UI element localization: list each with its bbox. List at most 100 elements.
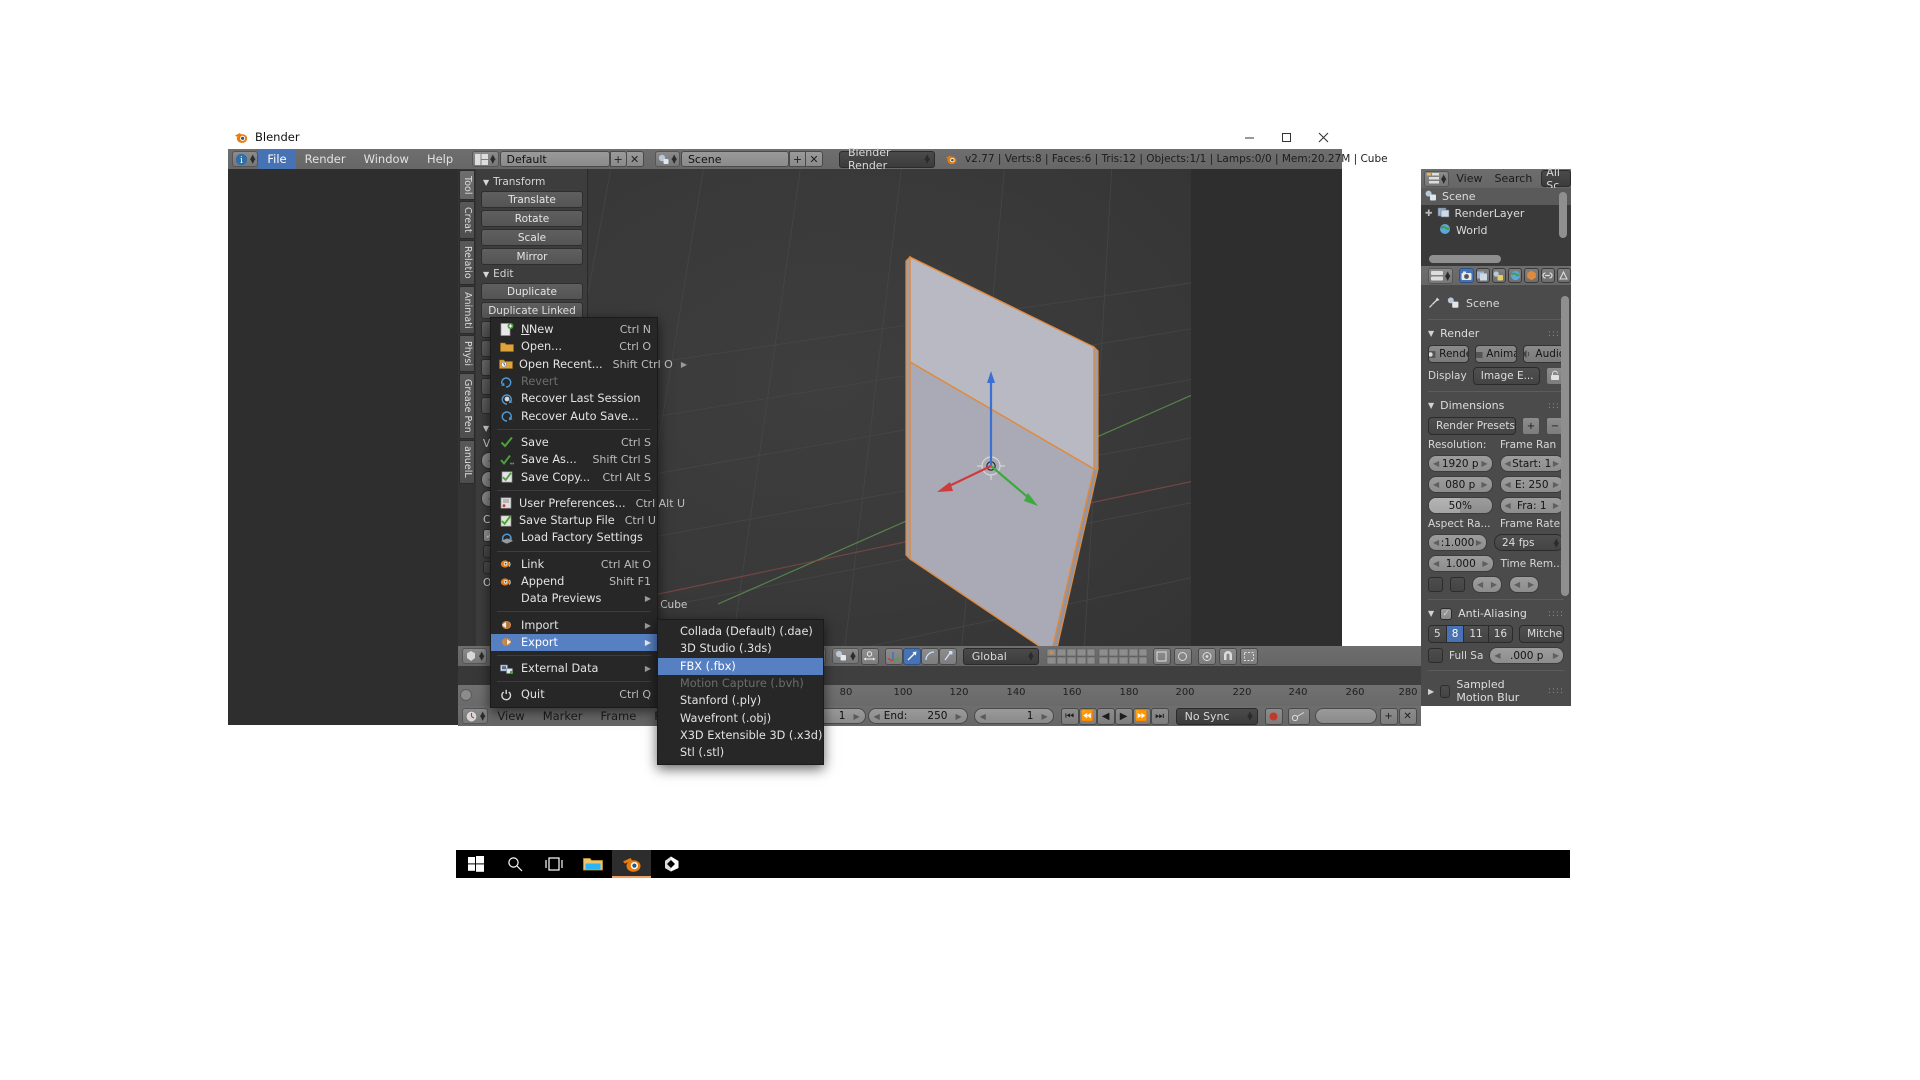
transform-group-header[interactable]: ▼ Transform <box>483 176 583 188</box>
timeline-menu-view[interactable]: View <box>488 709 533 723</box>
edit-group-header[interactable]: ▼ Edit <box>483 268 583 280</box>
add-preset-button[interactable]: + <box>1522 417 1540 435</box>
task-view-button[interactable] <box>534 850 573 878</box>
manipulate-center-points-icon[interactable] <box>860 647 879 665</box>
menu-item-quit[interactable]: Quit Ctrl Q <box>491 686 657 703</box>
render-engine-selector[interactable]: Blender Render ▲ ▼ <box>838 146 935 172</box>
lock-object-modes-icon[interactable] <box>1152 647 1171 665</box>
menu-item-open-recent[interactable]: Open Recent... Shift Ctrl O ▶ <box>491 356 687 373</box>
screen-layout-field[interactable]: Default <box>499 151 610 167</box>
scale-button[interactable]: Scale <box>481 229 583 246</box>
increment-arrow-icon[interactable]: ▶ <box>1553 459 1559 468</box>
increment-arrow-icon[interactable]: ▶ <box>1481 459 1487 468</box>
render-tab[interactable] <box>1459 268 1474 283</box>
increment-arrow-icon[interactable]: ▶ <box>1553 480 1559 489</box>
tab-manuel-lab[interactable]: anuelL <box>459 440 475 484</box>
search-button[interactable] <box>495 850 534 878</box>
timeline-menu-marker[interactable]: Marker <box>534 709 592 723</box>
resolution-y-field[interactable]: ◀ 080 p ▶ <box>1428 476 1493 493</box>
menu-item-data-previews[interactable]: Data Previews ▶ <box>491 590 657 607</box>
renderlayers-tab[interactable] <box>1475 268 1490 283</box>
menu-item-link[interactable]: Link Ctrl Alt O <box>491 556 657 573</box>
motion-blur-checkbox[interactable] <box>1440 684 1451 698</box>
render-presets-selector[interactable]: Render Presets ▲▼ <box>1428 417 1516 435</box>
menu-item-save-copy[interactable]: Save Copy... Ctrl Alt S <box>491 468 657 485</box>
decrement-arrow-icon[interactable]: ◀ <box>1494 651 1500 660</box>
scene-tab[interactable] <box>1491 268 1507 283</box>
properties-scrollbar[interactable] <box>1561 296 1569 596</box>
menu-item-new[interactable]: NNew Ctrl N <box>491 321 657 338</box>
frame-end-field[interactable]: ◀ End: 250 ▶ <box>867 708 968 724</box>
outliner-row-renderlayer[interactable]: ✚ RenderLayer <box>1421 205 1571 222</box>
antialiasing-section-header[interactable]: ▼ ✓ Anti-Aliasing :::: <box>1428 607 1564 620</box>
proportional-edit-icon[interactable] <box>1197 647 1216 665</box>
border-checkbox[interactable] <box>1428 577 1443 592</box>
menu-item-save[interactable]: Save Ctrl S <box>491 434 657 451</box>
export-item-collada[interactable]: Collada (Default) (.dae) <box>658 623 823 640</box>
play-reverse-button[interactable]: ◀ <box>1096 707 1115 725</box>
outliner-tree[interactable]: Scene ✚ RenderLayer World <box>1421 188 1571 266</box>
play-button[interactable]: ▶ <box>1114 707 1133 725</box>
increment-arrow-icon[interactable]: ▶ <box>1528 580 1534 589</box>
outliner-menu-search[interactable]: Search <box>1490 172 1538 185</box>
menu-render[interactable]: Render <box>296 150 355 169</box>
outliner-menu-view[interactable]: View <box>1449 172 1489 185</box>
unity-taskbar-button[interactable] <box>651 850 690 878</box>
editor-type-selector-outliner[interactable]: ▲ ▼ <box>1424 170 1450 187</box>
increment-arrow-icon[interactable]: ▶ <box>1553 501 1559 510</box>
snap-magnet-icon[interactable] <box>1218 647 1237 665</box>
menu-file[interactable]: File <box>258 149 296 169</box>
editor-type-selector-properties[interactable]: ▲ ▼ <box>1428 267 1454 284</box>
outliner-editor[interactable]: ▲ ▼ View Search All Sc Scene ✚ RenderLay… <box>1421 166 1572 266</box>
scene-name-field[interactable]: Scene <box>680 151 789 167</box>
decrement-arrow-icon[interactable]: ◀ <box>1505 480 1511 489</box>
aspect-y-field[interactable]: ◀ 1.000 ▶ <box>1428 555 1494 572</box>
export-submenu[interactable]: Collada (Default) (.dae) 3D Studio (.3ds… <box>657 619 824 766</box>
increment-arrow-icon[interactable]: ▶ <box>1482 559 1488 568</box>
decrement-arrow-icon[interactable]: ◀ <box>874 712 880 721</box>
menu-item-open[interactable]: Open... Ctrl O <box>491 338 657 355</box>
outliner-row-scene[interactable]: Scene <box>1421 188 1571 205</box>
frame-rate-selector[interactable]: 24 fps ▲ ▼ <box>1494 534 1564 551</box>
menu-item-save-startup-file[interactable]: Save Startup File Ctrl U <box>491 512 657 529</box>
scene-browse-icon[interactable]: ▲ ▼ <box>654 151 680 167</box>
export-item-3ds[interactable]: 3D Studio (.3ds) <box>658 640 823 657</box>
resolution-percentage-slider[interactable]: 50% <box>1428 497 1493 514</box>
frame-end-field-props[interactable]: ◀ E: 250 ▶ <box>1499 476 1564 493</box>
mirror-button[interactable]: Mirror <box>481 248 583 265</box>
add-scene-icon[interactable]: + <box>788 151 806 167</box>
tab-tool[interactable]: Tool <box>459 170 475 201</box>
outliner-display-mode[interactable]: All Sc <box>1541 166 1572 192</box>
render-preview-icon[interactable] <box>1173 647 1192 665</box>
time-remap-new-field[interactable]: ◀ ▶ <box>1509 576 1539 593</box>
decrement-arrow-icon[interactable]: ◀ <box>1505 459 1511 468</box>
aa-sample-11[interactable]: 11 <box>1464 626 1489 642</box>
decrement-arrow-icon[interactable]: ◀ <box>1433 559 1439 568</box>
manipulator-scale-icon[interactable] <box>938 647 957 665</box>
aa-filter-size-field[interactable]: ◀ .000 p ▶ <box>1489 647 1564 664</box>
tab-grease-pencil[interactable]: Grease Pen <box>459 373 475 440</box>
render-border-icon[interactable] <box>1239 647 1258 665</box>
aa-sample-8[interactable]: 8 <box>1446 626 1465 642</box>
jump-to-start-button[interactable]: ⏮ <box>1060 707 1079 725</box>
sync-mode-selector[interactable]: No Sync ▲ ▼ <box>1175 707 1258 725</box>
aa-samples-segmented[interactable]: 5 8 11 16 <box>1428 625 1514 643</box>
increment-arrow-icon[interactable]: ▶ <box>853 712 859 721</box>
increment-arrow-icon[interactable]: ▶ <box>1041 712 1047 721</box>
tab-animation[interactable]: Animati <box>459 285 475 335</box>
file-menu[interactable]: NNew Ctrl N Open... Ctrl O Open Recent..… <box>490 317 687 708</box>
menu-item-append[interactable]: Append Shift F1 <box>491 573 657 590</box>
menu-item-recover-last-session[interactable]: Recover Last Session <box>491 390 657 407</box>
remove-keying-set-icon[interactable]: ✕ <box>1398 707 1417 725</box>
file-explorer-button[interactable] <box>573 850 612 878</box>
render-section-header[interactable]: ▼ Render :::: <box>1428 327 1564 340</box>
menu-item-load-factory-settings[interactable]: Load Factory Settings <box>491 529 657 546</box>
blender-taskbar-button[interactable] <box>612 850 651 878</box>
decrement-arrow-icon[interactable]: ◀ <box>1505 501 1511 510</box>
delete-scene-icon[interactable]: ✕ <box>805 151 823 167</box>
pin-icon[interactable] <box>1428 294 1441 313</box>
tab-create[interactable]: Creat <box>459 201 475 240</box>
increment-arrow-icon[interactable]: ▶ <box>1476 538 1482 547</box>
render-animation-button[interactable]: Anima <box>1475 345 1517 363</box>
add-keying-set-icon[interactable]: + <box>1379 707 1398 725</box>
